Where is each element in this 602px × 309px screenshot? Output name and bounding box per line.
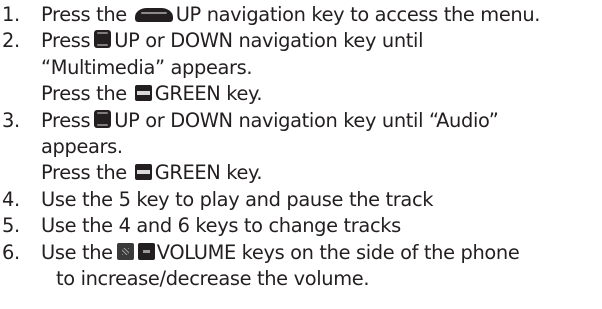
text-before: Press xyxy=(41,29,91,53)
step-text: Press the GREEN key. xyxy=(41,160,263,186)
text-before: Press the xyxy=(41,161,127,185)
step-5-line-1: 5. Use the 4 and 6 keys to change tracks xyxy=(0,213,602,239)
step-number: 2. xyxy=(2,29,20,53)
step-number: 1. xyxy=(2,3,20,26)
text-before: Press the xyxy=(41,3,127,26)
step-2-line-3: Press the GREEN key. xyxy=(0,81,602,107)
text-after: VOLUME keys on the side of the phone xyxy=(156,240,520,264)
green-key-icon xyxy=(134,164,152,181)
text-after: GREEN key. xyxy=(154,161,263,185)
step-number: 3. xyxy=(2,108,20,132)
text-after: GREEN key. xyxy=(154,82,263,106)
nav-key-icon xyxy=(94,109,112,128)
step-1-line-1: 1. Press the UP navigation key to access… xyxy=(0,2,602,28)
text-after: UP or DOWN navigation key until xyxy=(114,29,424,53)
step-number: 6. xyxy=(2,240,20,264)
volume-up-key-icon xyxy=(116,242,134,260)
step-text: Use the 5 key to play and pause the trac… xyxy=(41,187,434,211)
text-after: UP or DOWN navigation key until “Audio” xyxy=(114,108,499,132)
step-3-line-1: 3. Press UP or DOWN navigation key until … xyxy=(0,108,602,134)
instruction-steps: 1. Press the UP navigation key to access… xyxy=(0,2,602,292)
step-text: Press UP or DOWN navigation key until “Au… xyxy=(41,108,499,134)
step-3-line-2: appears. xyxy=(0,134,602,160)
step-text: to increase/decrease the volume. xyxy=(56,266,370,290)
step-2-line-1: 2. Press UP or DOWN navigation key until xyxy=(0,28,602,54)
step-number: 4. xyxy=(2,187,20,211)
step-text: Use the 4 and 6 keys to change tracks xyxy=(41,214,401,238)
text-before: Press the xyxy=(41,82,127,106)
step-text: Press UP or DOWN navigation key until xyxy=(41,28,423,54)
volume-down-key-icon xyxy=(137,242,155,260)
step-number: 5. xyxy=(2,214,20,238)
text-before: Press xyxy=(41,108,91,132)
up-key-icon xyxy=(134,8,173,22)
text-after: UP navigation key to access the menu. xyxy=(175,3,541,26)
step-6-line-1: 6. Use the VOLUME keys on the side of the… xyxy=(0,240,602,266)
nav-key-icon xyxy=(94,30,112,49)
green-key-icon xyxy=(134,85,152,102)
step-6-line-2: to increase/decrease the volume. xyxy=(0,266,602,292)
step-text: Press the UP navigation key to access th… xyxy=(41,2,540,28)
step-text: Use the VOLUME keys on the side of the ph… xyxy=(41,240,520,266)
step-text: appears. xyxy=(41,134,123,158)
step-text: “Multimedia” appears. xyxy=(41,55,253,79)
step-text: Press the GREEN key. xyxy=(41,81,263,107)
step-2-line-2: “Multimedia” appears. xyxy=(0,55,602,81)
step-4-line-1: 4. Use the 5 key to play and pause the t… xyxy=(0,187,602,213)
text-before: Use the xyxy=(41,240,113,264)
step-3-line-3: Press the GREEN key. xyxy=(0,160,602,186)
